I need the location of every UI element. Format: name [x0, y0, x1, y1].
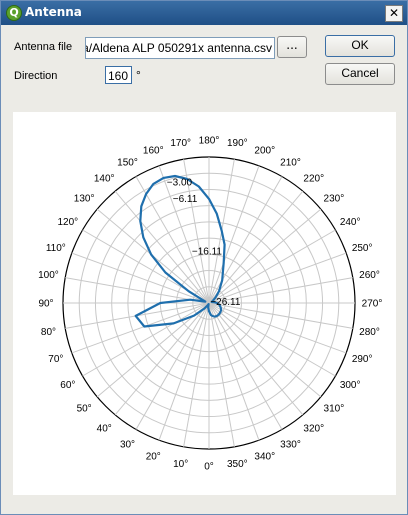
cancel-button[interactable]: Cancel: [325, 63, 395, 85]
close-button[interactable]: ✕: [385, 5, 403, 22]
radial-tick-label: −26.11: [210, 297, 241, 308]
angle-tick-label: 220°: [303, 174, 324, 185]
angle-tick-label: 330°: [280, 440, 301, 451]
direction-label: Direction: [14, 70, 58, 82]
angle-tick-label: 280°: [359, 327, 380, 338]
radial-tick-label: −3.00: [167, 178, 193, 189]
title-bar[interactable]: Q Antenna ✕: [1, 1, 407, 25]
angle-tick-label: 250°: [352, 243, 373, 254]
radial-tick-label: −16.11: [192, 246, 223, 257]
angle-tick-label: 180°: [199, 136, 220, 147]
direction-spinbox[interactable]: 160: [105, 66, 132, 84]
angle-tick-label: 140°: [94, 174, 115, 185]
angle-tick-label: 60°: [60, 380, 75, 391]
angle-tick-label: 260°: [359, 270, 380, 281]
angle-tick-label: 10°: [173, 459, 188, 470]
angle-tick-label: 240°: [340, 217, 361, 228]
angle-tick-label: 120°: [57, 217, 78, 228]
browse-button[interactable]: ...: [277, 36, 307, 58]
qgis-icon-letter: Q: [9, 6, 19, 19]
angle-tick-label: 170°: [170, 138, 191, 149]
angle-tick-label: 230°: [324, 194, 345, 205]
radial-tick-label: −6.11: [173, 194, 198, 205]
angle-tick-label: 0°: [204, 462, 214, 473]
antenna-dialog: Q Antenna ✕ Antenna file nna/Aldena ALP …: [0, 0, 408, 515]
angle-tick-label: 200°: [254, 145, 275, 156]
qgis-icon: Q: [6, 5, 22, 21]
angle-tick-label: 110°: [46, 243, 66, 254]
angle-tick-label: 350°: [227, 459, 248, 470]
angle-tick-label: 160°: [143, 145, 164, 156]
angle-tick-label: 300°: [340, 380, 361, 391]
antenna-file-input[interactable]: nna/Aldena ALP 050291x antenna.csv: [85, 37, 275, 59]
antenna-file-value: nna/Aldena ALP 050291x antenna.csv: [85, 41, 272, 55]
angle-tick-label: 310°: [324, 403, 345, 414]
direction-degree-suffix: °: [136, 68, 141, 82]
antenna-file-label: Antenna file: [14, 41, 73, 53]
angle-tick-label: 30°: [120, 440, 135, 451]
antenna-pattern-plot: 0° 10° 20° 30° 40° 50° 60° 70° 80° 90° 100° 110° 120…: [13, 112, 396, 495]
angle-tick-label: 290°: [352, 354, 373, 365]
angle-tick-label: 40°: [97, 423, 112, 434]
angle-tick-label: 320°: [303, 423, 324, 434]
angle-tick-label: 190°: [227, 138, 248, 149]
angle-tick-label: 70°: [48, 354, 63, 365]
angle-tick-label: 90°: [38, 299, 53, 310]
angle-tick-label: 100°: [38, 270, 59, 281]
angle-tick-label: 340°: [254, 452, 275, 463]
angle-tick-label: 270°: [362, 299, 383, 310]
angle-tick-label: 210°: [280, 157, 301, 168]
angle-tick-label: 50°: [77, 403, 92, 414]
angle-tick-label: 80°: [41, 327, 56, 338]
polar-chart: 0° 10° 20° 30° 40° 50° 60° 70° 80° 90° 100° 110° 120…: [38, 136, 383, 473]
angle-tick-label: 150°: [117, 157, 138, 168]
angle-tick-label: 20°: [146, 452, 161, 463]
window-title: Antenna: [25, 5, 82, 19]
angle-tick-label: 130°: [74, 194, 95, 205]
ok-button[interactable]: OK: [325, 35, 395, 57]
